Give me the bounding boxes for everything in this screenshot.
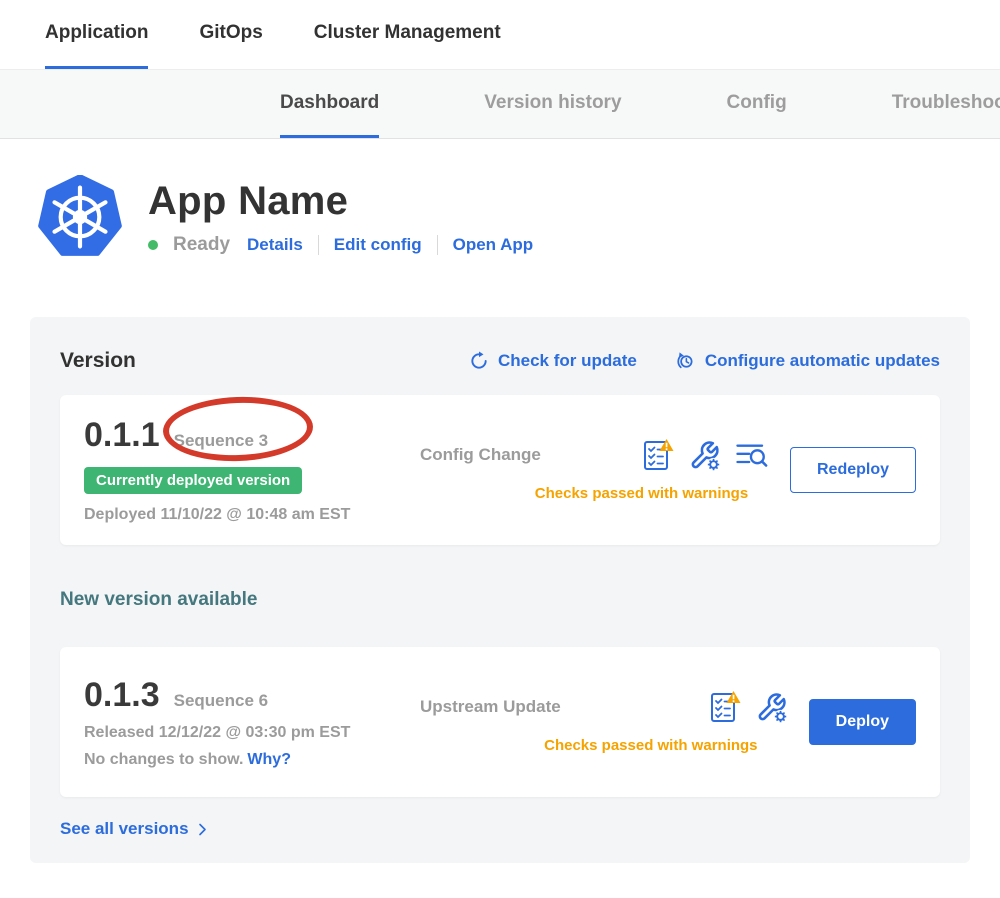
status-dot bbox=[148, 240, 158, 250]
tab-label: Version history bbox=[484, 92, 621, 114]
nav-item-label: Application bbox=[45, 22, 148, 44]
available-version-details: Upstream Update bbox=[420, 667, 809, 777]
released-timestamp: Released 12/12/22 @ 03:30 pm EST bbox=[84, 724, 420, 742]
no-changes-text: No changes to show. bbox=[84, 751, 243, 768]
details-link[interactable]: Details bbox=[247, 235, 303, 255]
deployed-timestamp: Deployed 11/10/22 @ 10:48 am EST bbox=[84, 506, 420, 524]
version-panel-header: Version Check for update bbox=[60, 349, 940, 373]
available-version-action: Deploy bbox=[809, 699, 916, 745]
configure-auto-updates-label: Configure automatic updates bbox=[705, 351, 940, 371]
kubernetes-logo-icon bbox=[38, 175, 122, 259]
app-title: App Name bbox=[148, 179, 533, 224]
current-version-number: 0.1.1 bbox=[84, 416, 160, 455]
refresh-icon bbox=[469, 351, 489, 371]
available-version-card: 0.1.3 Sequence 6 Released 12/12/22 @ 03:… bbox=[60, 647, 940, 797]
app-header: App Name Ready Details Edit config Open … bbox=[0, 139, 1000, 259]
open-app-link[interactable]: Open App bbox=[453, 235, 534, 255]
status-text: Ready bbox=[173, 234, 230, 256]
deployed-version-badge: Currently deployed version bbox=[84, 467, 302, 494]
redeploy-button[interactable]: Redeploy bbox=[790, 447, 916, 493]
version-row: 0.1.3 Sequence 6 bbox=[84, 676, 420, 715]
why-link[interactable]: Why? bbox=[247, 751, 291, 768]
version-panel-actions: Check for update Configure automatic upd… bbox=[469, 351, 940, 372]
nav-item-gitops[interactable]: GitOps bbox=[199, 0, 262, 69]
tab-dashboard[interactable]: Dashboard bbox=[280, 70, 379, 138]
app-header-text: App Name Ready Details Edit config Open … bbox=[148, 179, 533, 256]
preflight-checklist-warning-icon[interactable] bbox=[642, 438, 674, 472]
available-version-sequence: Sequence 6 bbox=[174, 691, 269, 711]
tab-config[interactable]: Config bbox=[727, 70, 787, 138]
change-and-checks-row: Config Change bbox=[420, 438, 768, 472]
no-changes-row: No changes to show.Why? bbox=[84, 751, 420, 769]
tab-troubleshoot[interactable]: Troubleshoot bbox=[892, 70, 1000, 138]
configure-auto-updates-button[interactable]: Configure automatic updates bbox=[675, 351, 940, 372]
nav-item-label: Cluster Management bbox=[314, 22, 501, 44]
top-nav: Application GitOps Cluster Management bbox=[0, 0, 1000, 70]
checks-status-text: Checks passed with warnings bbox=[420, 485, 768, 502]
check-icons bbox=[642, 438, 768, 472]
tab-version-history[interactable]: Version history bbox=[484, 70, 621, 138]
current-version-action: Redeploy bbox=[790, 447, 916, 493]
page: Application GitOps Cluster Management Da… bbox=[0, 0, 1000, 898]
change-type-label: Config Change bbox=[420, 445, 610, 465]
version-row: 0.1.1 Sequence 3 bbox=[84, 416, 420, 455]
document-search-icon[interactable] bbox=[735, 441, 768, 469]
current-version-details: Config Change bbox=[420, 415, 790, 525]
tab-label: Troubleshoot bbox=[892, 92, 1000, 114]
nav-item-label: GitOps bbox=[199, 22, 262, 44]
tab-label: Config bbox=[727, 92, 787, 114]
available-version-info: 0.1.3 Sequence 6 Released 12/12/22 @ 03:… bbox=[84, 667, 420, 777]
check-for-update-button[interactable]: Check for update bbox=[469, 351, 637, 371]
see-all-versions-link[interactable]: See all versions bbox=[60, 819, 210, 839]
change-type-label: Upstream Update bbox=[420, 697, 610, 717]
nav-item-application[interactable]: Application bbox=[45, 0, 148, 69]
divider bbox=[318, 235, 319, 255]
current-version-info: 0.1.1 Sequence 3 Currently deployed vers… bbox=[84, 415, 420, 525]
version-panel-title: Version bbox=[60, 349, 136, 373]
wrench-gear-icon[interactable] bbox=[689, 440, 720, 471]
app-status-row: Ready Details Edit config Open App bbox=[148, 234, 533, 256]
clock-refresh-icon bbox=[675, 351, 696, 372]
new-version-heading: New version available bbox=[60, 589, 940, 611]
check-for-update-label: Check for update bbox=[498, 351, 637, 371]
divider bbox=[437, 235, 438, 255]
chevron-right-icon bbox=[195, 822, 210, 837]
nav-item-cluster-management[interactable]: Cluster Management bbox=[314, 0, 501, 69]
deploy-button[interactable]: Deploy bbox=[809, 699, 916, 745]
tab-label: Dashboard bbox=[280, 92, 379, 114]
preflight-checklist-warning-icon[interactable] bbox=[709, 690, 741, 724]
sub-nav: Dashboard Version history Config Trouble… bbox=[0, 70, 1000, 139]
check-icons bbox=[709, 690, 787, 724]
checks-status-text: Checks passed with warnings bbox=[420, 737, 787, 754]
see-all-versions-label: See all versions bbox=[60, 819, 189, 839]
version-panel: Version Check for update bbox=[30, 317, 970, 863]
wrench-gear-icon[interactable] bbox=[756, 692, 787, 723]
change-and-checks-row: Upstream Update bbox=[420, 690, 787, 724]
current-version-card: 0.1.1 Sequence 3 Currently deployed vers… bbox=[60, 395, 940, 545]
current-version-sequence: Sequence 3 bbox=[174, 431, 269, 451]
edit-config-link[interactable]: Edit config bbox=[334, 235, 422, 255]
available-version-number: 0.1.3 bbox=[84, 676, 160, 715]
